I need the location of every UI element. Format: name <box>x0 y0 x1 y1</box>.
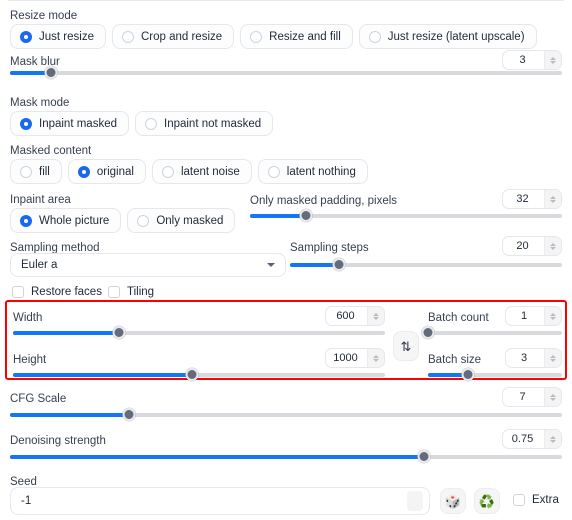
seed-input[interactable]: -1 <box>10 487 430 515</box>
slider-thumb[interactable] <box>112 326 126 339</box>
mask-mode-option-inpaint-not-masked[interactable]: Inpaint not masked <box>135 111 274 136</box>
radio-icon <box>20 117 32 130</box>
inpaint-area-option-only-masked[interactable]: Only masked <box>127 208 236 233</box>
inpaint-area-label: Inpaint area <box>10 194 71 206</box>
slider-fill <box>13 373 192 377</box>
checkbox-icon <box>108 286 120 298</box>
sampling-method-dropdown[interactable]: Euler a <box>10 253 286 277</box>
slider-thumb[interactable] <box>332 258 346 271</box>
batch-size-slider[interactable] <box>428 368 562 382</box>
only-masked-padding-label: Only masked padding, pixels <box>250 195 398 207</box>
batch-count-label: Batch count <box>428 312 489 324</box>
chevron-down-icon <box>267 263 275 267</box>
only-masked-padding-numberbox[interactable]: 32 <box>502 189 562 209</box>
masked-content-option-fill[interactable]: fill <box>10 159 62 184</box>
slider-fill <box>10 413 129 417</box>
mask-mode-option-inpaint-masked[interactable]: Inpaint masked <box>10 111 129 136</box>
mask-mode-label: Mask mode <box>10 97 70 109</box>
denoising-strength-slider[interactable] <box>10 450 562 464</box>
slider-fill <box>10 455 424 459</box>
stepper-icon[interactable] <box>367 349 384 367</box>
resize-mode-option-just-resize[interactable]: Just resize <box>10 24 106 49</box>
masked-content-option-latent-noise[interactable]: latent noise <box>151 159 252 184</box>
inpaint-area-option-whole-picture[interactable]: Whole picture <box>10 208 122 233</box>
masked-content-option-original[interactable]: original <box>67 159 146 184</box>
restore-faces-checkbox[interactable]: Restore faces <box>12 286 102 298</box>
slider-fill <box>13 331 120 335</box>
radio-icon <box>20 214 32 227</box>
slider-thumb[interactable] <box>185 368 199 381</box>
slider-thumb[interactable] <box>44 66 58 79</box>
radio-icon <box>20 165 32 178</box>
sampling-steps-slider[interactable] <box>290 258 562 272</box>
slider-thumb[interactable] <box>417 450 431 463</box>
stepper-icon[interactable] <box>544 388 561 406</box>
radio-icon <box>368 30 381 43</box>
masked-content-option-latent-nothing[interactable]: latent nothing <box>257 159 368 184</box>
slider-thumb[interactable] <box>122 408 136 421</box>
denoising-strength-numberbox[interactable]: 0.75 <box>502 429 562 449</box>
resize-mode-group[interactable]: Just resize Crop and resize Resize and f… <box>10 24 537 49</box>
batch-size-label: Batch size <box>428 354 482 366</box>
batch-size-numberbox[interactable]: 3 <box>505 348 562 368</box>
height-label: Height <box>13 354 47 366</box>
tiling-checkbox[interactable]: Tiling <box>108 286 154 298</box>
dice-icon: 🎲 <box>444 493 462 509</box>
masked-content-label: Masked content <box>10 145 92 157</box>
radio-icon <box>250 30 263 43</box>
img2img-settings-panel: Resize mode Just resize Crop and resize … <box>0 0 572 520</box>
cfg-scale-numberbox[interactable]: 7 <box>502 387 562 407</box>
stepper-icon[interactable] <box>544 430 561 448</box>
slider-thumb[interactable] <box>299 209 313 222</box>
masked-content-group[interactable]: fill original latent noise latent nothin… <box>10 159 368 184</box>
mask-mode-group[interactable]: Inpaint masked Inpaint not masked <box>10 111 274 136</box>
stepper-icon[interactable] <box>407 491 423 511</box>
random-seed-button[interactable]: 🎲 <box>440 488 466 514</box>
radio-icon <box>77 165 90 178</box>
stepper-icon[interactable] <box>367 307 384 325</box>
top-divider <box>8 0 564 1</box>
stepper-icon[interactable] <box>544 237 561 255</box>
extra-seed-checkbox[interactable]: Extra <box>513 494 559 506</box>
mask-blur-slider[interactable] <box>10 66 562 80</box>
resize-mode-option-resize-and-fill[interactable]: Resize and fill <box>240 24 353 49</box>
stepper-icon[interactable] <box>544 307 561 325</box>
radio-icon <box>145 117 157 130</box>
width-slider[interactable] <box>13 326 385 340</box>
radio-icon <box>137 214 150 227</box>
slider-thumb[interactable] <box>461 368 475 381</box>
radio-icon <box>121 30 134 43</box>
slider-fill <box>250 214 307 218</box>
radio-icon <box>161 165 174 178</box>
radio-icon <box>267 165 280 178</box>
reuse-seed-button[interactable]: ♻️ <box>474 488 500 514</box>
batch-count-numberbox[interactable]: 1 <box>505 306 562 326</box>
only-masked-padding-slider[interactable] <box>250 209 562 223</box>
inpaint-area-group[interactable]: Whole picture Only masked <box>10 208 236 233</box>
stepper-icon[interactable] <box>544 349 561 367</box>
radio-icon <box>20 30 32 43</box>
denoising-strength-label: Denoising strength <box>10 435 106 447</box>
width-numberbox[interactable]: 600 <box>325 306 385 326</box>
slider-thumb[interactable] <box>421 326 435 339</box>
height-numberbox[interactable]: 1000 <box>325 348 385 368</box>
cfg-scale-slider[interactable] <box>10 408 562 422</box>
resize-mode-label: Resize mode <box>10 10 78 22</box>
batch-count-slider[interactable] <box>421 326 562 340</box>
stepper-icon[interactable] <box>544 190 561 208</box>
swap-dimensions-button[interactable]: ⇅ <box>393 331 419 361</box>
sampling-steps-numberbox[interactable]: 20 <box>502 236 562 256</box>
recycle-icon: ♻️ <box>478 493 496 509</box>
height-slider[interactable] <box>13 368 385 382</box>
width-label: Width <box>13 312 43 324</box>
sampling-steps-label: Sampling steps <box>290 242 369 254</box>
resize-mode-option-crop-and-resize[interactable]: Crop and resize <box>111 24 235 49</box>
cfg-scale-label: CFG Scale <box>10 393 67 405</box>
slider-track <box>10 71 562 75</box>
checkbox-icon <box>12 286 24 298</box>
slider-track <box>428 331 562 335</box>
checkbox-icon <box>513 494 525 506</box>
swap-arrows-icon: ⇅ <box>400 338 412 354</box>
resize-mode-option-just-resize-latent-upscale[interactable]: Just resize (latent upscale) <box>358 24 537 49</box>
